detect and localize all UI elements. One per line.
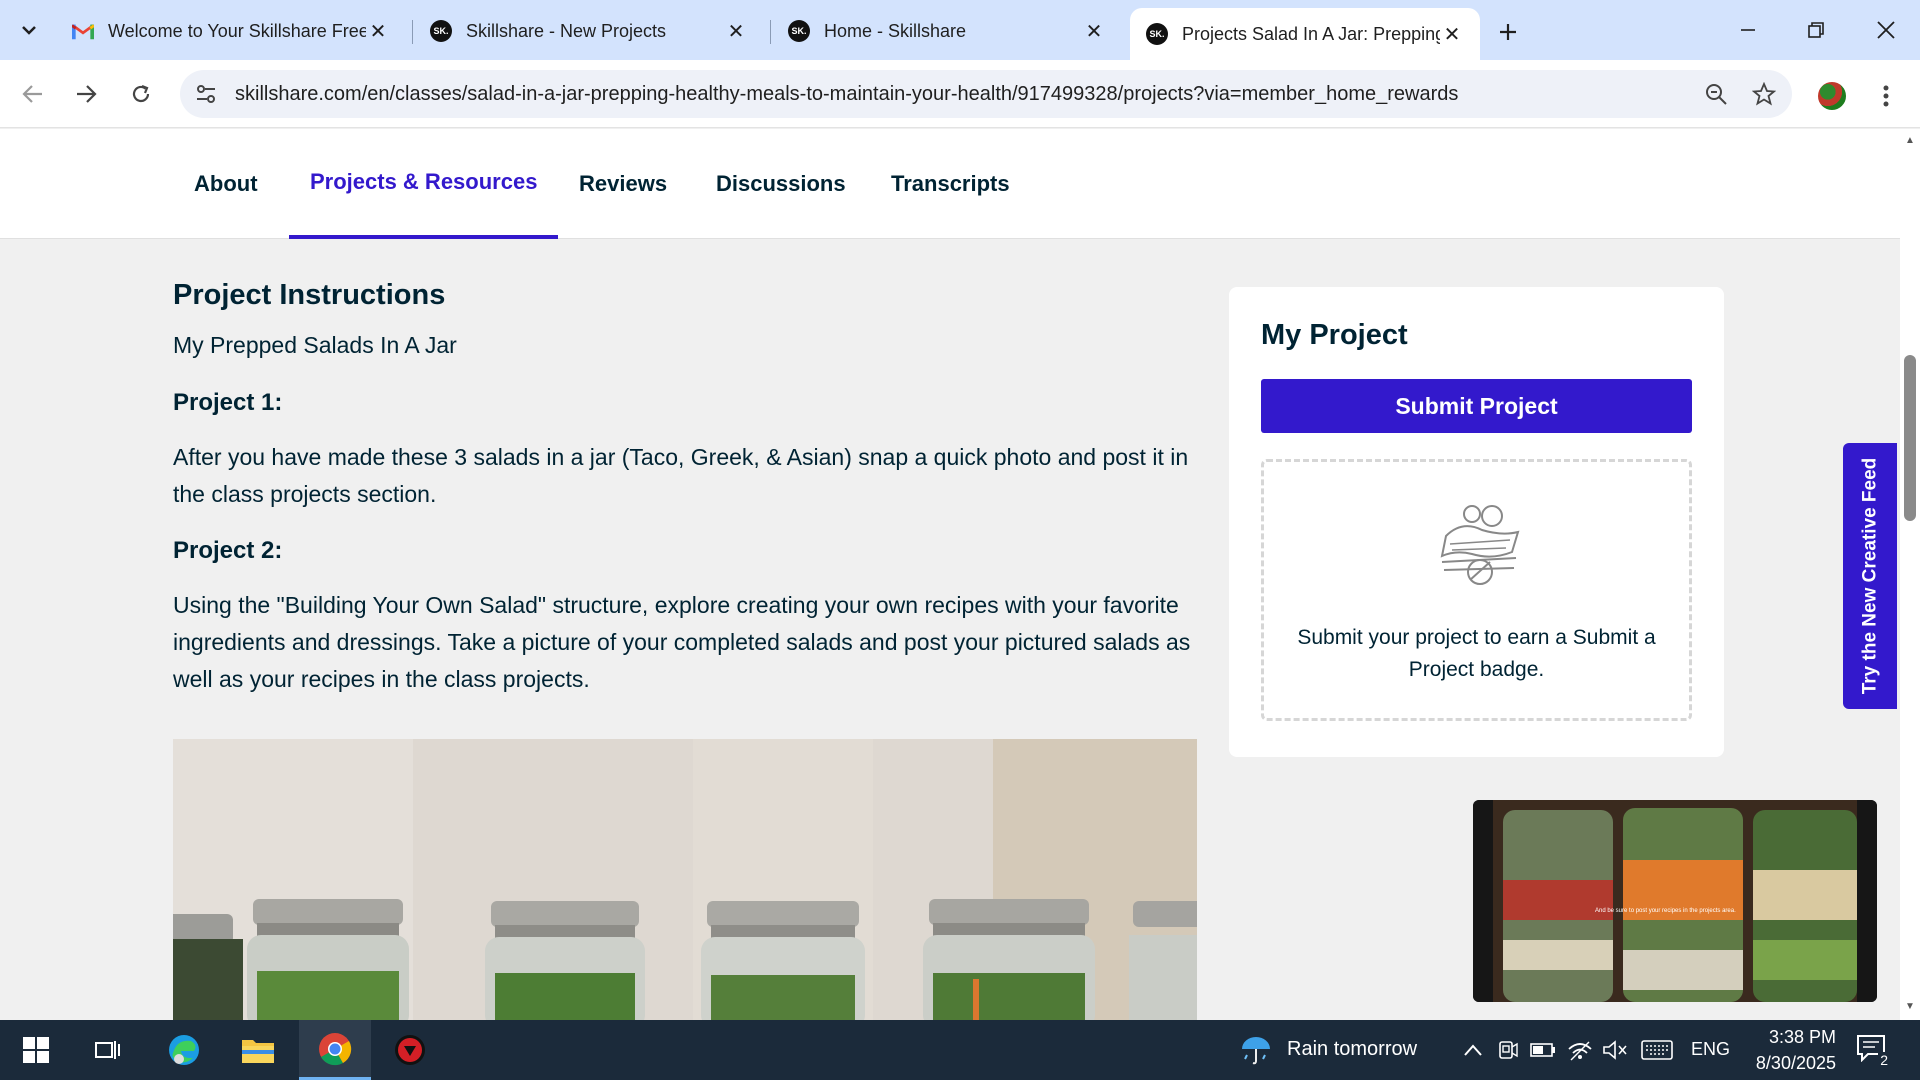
- tab-separator: [770, 20, 771, 44]
- scroll-down-icon[interactable]: ▼: [1904, 1001, 1916, 1013]
- edge-icon: [169, 1035, 199, 1065]
- page-scrollbar[interactable]: ▲ ▼: [1900, 129, 1920, 1020]
- file-explorer-button[interactable]: [222, 1020, 294, 1080]
- plus-icon: [1500, 24, 1516, 40]
- windows-logo-icon: [23, 1037, 49, 1063]
- project2-text: Using the "Building Your Own Salad" stru…: [173, 592, 1191, 692]
- clock[interactable]: 3:38 PM 8/30/2025: [1716, 1024, 1836, 1076]
- tab-separator: [412, 20, 413, 44]
- task-view-button[interactable]: [72, 1020, 144, 1080]
- scroll-thumb[interactable]: [1904, 355, 1916, 521]
- security-app-button[interactable]: [374, 1020, 446, 1080]
- tab-gmail[interactable]: Welcome to Your Skillshare Free ✕: [56, 10, 406, 52]
- task-view-icon: [95, 1041, 120, 1059]
- project-instructions: Project Instructions My Prepped Salads I…: [173, 279, 1198, 698]
- badge-message: Submit your project to earn a Submit a P…: [1297, 626, 1656, 681]
- my-project-title: My Project: [1261, 319, 1408, 351]
- shield-app-icon: [395, 1035, 425, 1065]
- creative-feed-tab[interactable]: Try the New Creative Feed: [1843, 443, 1897, 709]
- close-icon[interactable]: ✕: [1082, 19, 1106, 43]
- project-badge-area: Submit your project to earn a Submit a P…: [1261, 459, 1692, 721]
- video-caption: And be sure to post your recipes in the …: [1595, 908, 1736, 914]
- close-icon: [1877, 21, 1895, 39]
- new-tab-button[interactable]: [1490, 14, 1526, 50]
- tab-new-projects[interactable]: SK. Skillshare - New Projects ✕: [414, 10, 764, 52]
- chrome-icon: [319, 1032, 352, 1065]
- tab-strip: Welcome to Your Skillshare Free ✕ SK. Sk…: [0, 0, 1920, 60]
- minimize-button[interactable]: [1720, 8, 1776, 52]
- class-subnav: About Projects & Resources Reviews Discu…: [0, 129, 1900, 239]
- url-text: skillshare.com/en/classes/salad-in-a-jar…: [235, 83, 1459, 105]
- umbrella-weather-icon[interactable]: [1238, 1032, 1274, 1068]
- tab-about[interactable]: About: [173, 129, 279, 239]
- restore-button[interactable]: [1788, 8, 1844, 52]
- keyboard-icon[interactable]: [1640, 1038, 1674, 1062]
- skillshare-icon: SK.: [430, 20, 452, 42]
- close-icon[interactable]: ✕: [724, 19, 748, 43]
- chevron-up-icon[interactable]: [1460, 1038, 1486, 1062]
- site-info-icon[interactable]: [190, 78, 222, 110]
- folder-icon: [242, 1040, 274, 1063]
- tab-transcripts[interactable]: Transcripts: [870, 129, 1031, 239]
- tab-search-button[interactable]: [8, 12, 50, 48]
- meet-now-icon[interactable]: [1495, 1038, 1521, 1062]
- skillshare-icon: SK.: [788, 20, 810, 42]
- windows-taskbar: Rain tomorrow ENG 3:38 PM 8/30/2025 2: [0, 1020, 1920, 1080]
- project2-heading: Project 2:: [173, 537, 283, 564]
- project1-text: After you have made these 3 salads in a …: [173, 444, 1189, 507]
- zoom-icon[interactable]: [1700, 78, 1732, 110]
- tab-home[interactable]: SK. Home - Skillshare ✕: [772, 10, 1122, 52]
- chevron-down-icon: [22, 26, 36, 35]
- tab-title: Welcome to Your Skillshare Free: [108, 20, 366, 41]
- mini-video-player[interactable]: And be sure to post your recipes in the …: [1473, 800, 1877, 1002]
- creative-feed-label: Try the New Creative Feed: [1859, 457, 1881, 695]
- window-close-button[interactable]: [1858, 8, 1914, 52]
- start-button[interactable]: [0, 1020, 72, 1080]
- address-bar[interactable]: skillshare.com/en/classes/salad-in-a-jar…: [180, 70, 1792, 118]
- star-icon[interactable]: [1748, 78, 1780, 110]
- profile-avatar[interactable]: [1816, 80, 1848, 112]
- arrow-right-icon: [77, 85, 97, 103]
- page-content: About Projects & Resources Reviews Discu…: [0, 129, 1900, 1020]
- gmail-icon: [72, 20, 94, 42]
- instructions-heading: Project Instructions: [173, 279, 446, 311]
- battery-icon[interactable]: [1530, 1038, 1556, 1062]
- scroll-up-icon[interactable]: ▲: [1904, 135, 1916, 147]
- tab-projects-salad[interactable]: SK. Projects Salad In A Jar: Prepping ✕: [1130, 8, 1480, 60]
- restore-icon: [1808, 22, 1824, 38]
- tab-title: Skillshare - New Projects: [466, 20, 667, 41]
- reload-button[interactable]: [121, 74, 161, 114]
- close-icon[interactable]: ✕: [1440, 22, 1464, 46]
- salad-jars-photo: [173, 739, 1197, 1020]
- project1-heading: Project 1:: [173, 389, 283, 416]
- browser-menu-button[interactable]: [1870, 76, 1902, 116]
- back-button[interactable]: [13, 74, 53, 114]
- my-project-card: My Project Submit Project Submit your pr…: [1229, 287, 1724, 757]
- chrome-button[interactable]: [299, 1020, 371, 1080]
- minimize-icon: [1741, 29, 1755, 31]
- kebab-menu-icon: [1883, 85, 1889, 107]
- wifi-icon[interactable]: [1567, 1038, 1593, 1062]
- volume-muted-icon[interactable]: [1602, 1038, 1628, 1062]
- badge-illustration-icon: [1440, 505, 1520, 585]
- reload-icon: [132, 84, 150, 103]
- notification-count: 2: [1878, 1052, 1890, 1068]
- notification-center-button[interactable]: 2: [1856, 1034, 1890, 1068]
- tab-reviews[interactable]: Reviews: [558, 129, 688, 239]
- tab-title: Home - Skillshare: [824, 20, 967, 41]
- clock-time: 3:38 PM: [1768, 1027, 1836, 1047]
- weather-text[interactable]: Rain tomorrow: [1287, 1038, 1417, 1061]
- browser-toolbar: skillshare.com/en/classes/salad-in-a-jar…: [0, 60, 1920, 128]
- tab-discussions[interactable]: Discussions: [695, 129, 867, 239]
- forward-button[interactable]: [66, 74, 106, 114]
- tab-projects-resources[interactable]: Projects & Resources: [289, 129, 559, 239]
- tab-title: Projects Salad In A Jar: Prepping: [1182, 23, 1440, 44]
- close-icon[interactable]: ✕: [366, 19, 390, 43]
- clock-date: 8/30/2025: [1755, 1053, 1836, 1073]
- submit-project-button[interactable]: Submit Project: [1261, 379, 1692, 433]
- skillshare-icon: SK.: [1146, 23, 1168, 45]
- instructions-subtitle: My Prepped Salads In A Jar: [173, 332, 457, 358]
- edge-button[interactable]: [148, 1020, 220, 1080]
- arrow-left-icon: [22, 85, 42, 103]
